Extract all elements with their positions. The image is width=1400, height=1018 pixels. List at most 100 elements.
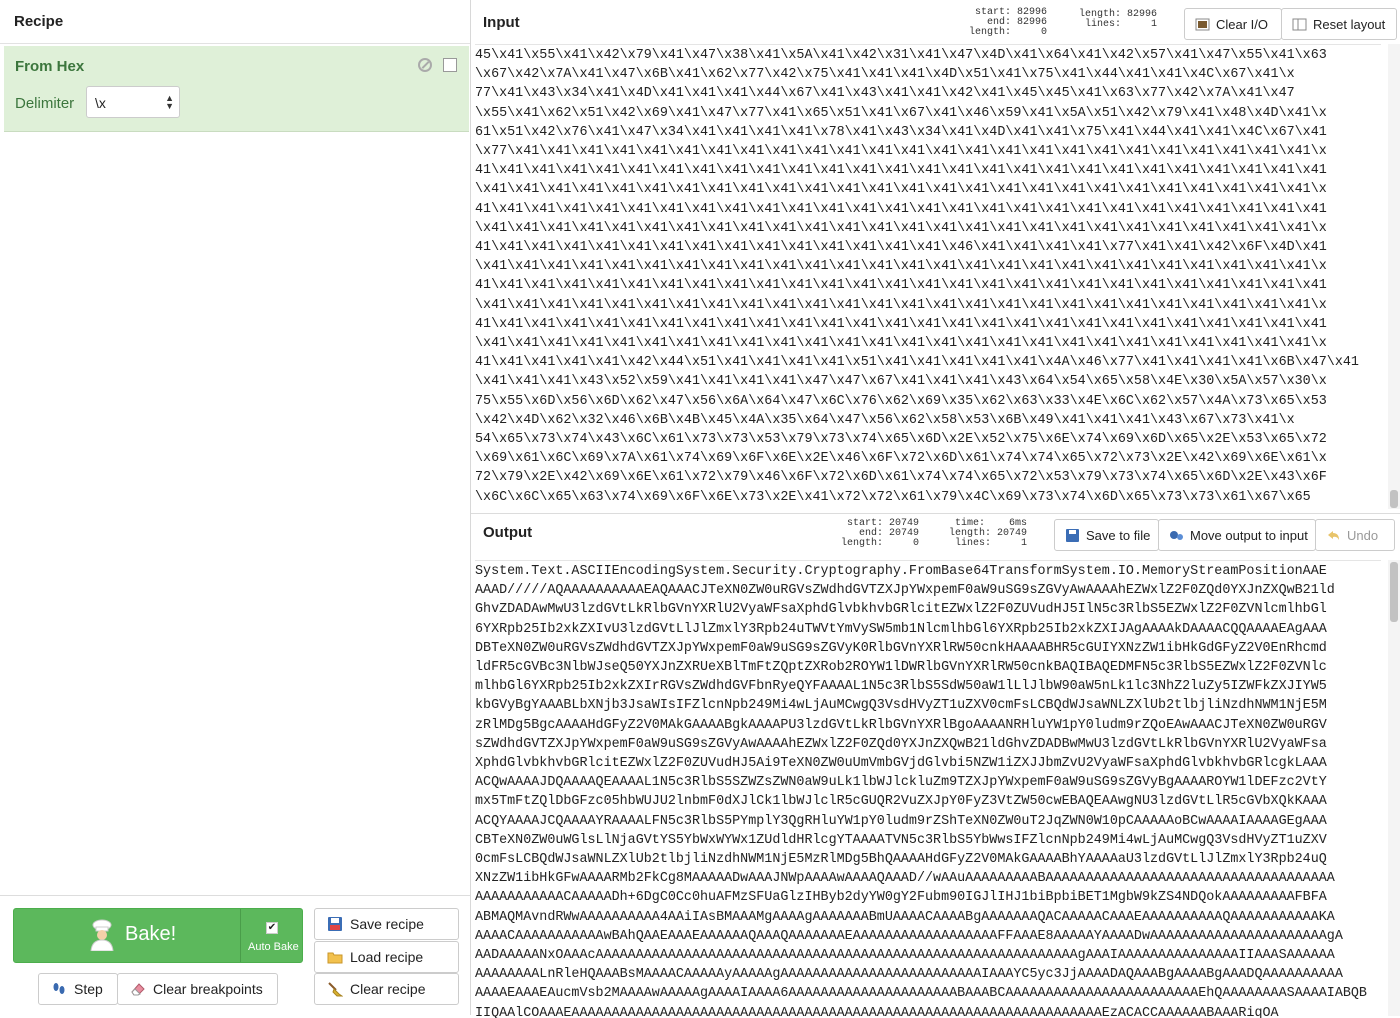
input-text-line: \x41\x41\x41\x43\x52\x59\x41\x41\x41\x41… bbox=[475, 374, 1327, 390]
input-textarea[interactable]: 45\x41\x55\x41\x42\x79\x41\x47\x38\x41\x… bbox=[475, 44, 1381, 509]
output-text-line: ACQwAAAAJDQAAAAQEAAAAL1N5c3RlbS5SZWZsZWN… bbox=[475, 775, 1327, 791]
input-length-stats: length: 82996 lines: 1 bbox=[1079, 9, 1158, 30]
clear-io-icon bbox=[1195, 18, 1210, 30]
output-text-line: 0cmFsLCBQdWJsaWNLZXlUb2tlbjliNzdhNWM1NjE… bbox=[475, 852, 1327, 868]
operation-name: From Hex bbox=[15, 58, 85, 75]
recipe-title: Recipe bbox=[14, 13, 64, 30]
output-text-line: AAAD/////AQAAAAAAAAAAEAQAAACJTeXN0ZW0uRG… bbox=[475, 583, 1335, 599]
disable-operation-icon[interactable] bbox=[418, 58, 432, 72]
input-text-line: \x41\x41\x41\x41\x41\x41\x41\x41\x41\x41… bbox=[475, 259, 1327, 275]
output-text-line: AADAAAAANxOAAAcAAAAAAAAAAAAAAAAAAAAAAAAA… bbox=[475, 948, 1335, 964]
input-text-line: \x41\x41\x41\x41\x41\x41\x41\x41\x41\x41… bbox=[475, 220, 1327, 236]
move-icon bbox=[1170, 530, 1183, 540]
delimiter-select[interactable]: \x ▲ ▼ bbox=[86, 86, 180, 118]
output-time-stats: time: 6ms length: 20749 lines: 1 bbox=[949, 518, 1028, 549]
input-text-line: 77\x41\x43\x34\x41\x4D\x41\x41\x41\x44\x… bbox=[475, 86, 1295, 102]
move-output-to-input-label: Move output to input bbox=[1190, 527, 1308, 543]
reset-layout-button[interactable]: Reset layout bbox=[1281, 8, 1397, 40]
input-text-line: \x55\x41\x62\x51\x42\x69\x41\x47\x77\x41… bbox=[475, 105, 1327, 121]
delimiter-label: Delimiter bbox=[15, 95, 75, 112]
clear-breakpoints-label: Clear breakpoints bbox=[153, 981, 263, 997]
output-text-line: mx5TmFtZQlDbGFzc05hbWUJU2lnbmF0dXJlCk1lb… bbox=[475, 794, 1327, 810]
recipe-controls: Bake! ✔ Auto Bake Step Clear breakpoints bbox=[0, 895, 470, 1016]
save-to-file-button[interactable]: Save to file bbox=[1054, 519, 1159, 551]
input-text-line: 41\x41\x41\x41\x41\x41\x41\x41\x41\x41\x… bbox=[475, 278, 1327, 294]
output-text-line: GhvZDADAwMwU3lzdGVtLkRlbGVnYXRlU2VyaWFsa… bbox=[475, 602, 1327, 618]
load-recipe-button[interactable]: Load recipe bbox=[314, 941, 459, 973]
delimiter-value: \x bbox=[95, 95, 106, 111]
save-icon bbox=[1066, 528, 1079, 542]
output-text-line: XphdGlvbkhvbGRlcitEZWxlZ2F0ZUVudHJ5Ai9Te… bbox=[475, 756, 1327, 772]
input-text-line: 41\x41\x41\x41\x41\x41\x41\x41\x41\x41\x… bbox=[475, 316, 1327, 332]
output-scroll-thumb[interactable] bbox=[1390, 562, 1398, 622]
footprints-icon bbox=[53, 983, 65, 994]
input-text-line: \x77\x41\x41\x41\x41\x41\x41\x41\x41\x41… bbox=[475, 144, 1327, 160]
save-to-file-label: Save to file bbox=[1086, 527, 1151, 543]
breakpoint-checkbox[interactable] bbox=[443, 58, 457, 72]
recipe-panel: Recipe From Hex Delimiter \x ▲ ▼ Bake! ✔ … bbox=[0, 0, 471, 1016]
eraser-icon bbox=[131, 983, 145, 996]
output-text-line: 6YXRpb25Ib2xkZXIvU3lzdGVtLlJlZmxlY3Rpb24… bbox=[475, 621, 1327, 637]
output-text-line: XNzZW1ibHkGFwAAAARMb2FkCg8MAAAAADwAAAJNW… bbox=[475, 871, 1335, 887]
input-text-line: \x69\x61\x6C\x69\x7A\x61\x74\x69\x6F\x6E… bbox=[475, 451, 1327, 467]
output-text-line: AAAACAAAAAAAAAAAwBAhQAAEAAAEAAAAAAQAAAQA… bbox=[475, 928, 1343, 944]
clear-recipe-button[interactable]: Clear recipe bbox=[314, 973, 459, 1005]
step-button[interactable]: Step bbox=[38, 973, 118, 1005]
input-text-line: 41\x41\x41\x41\x41\x41\x41\x41\x41\x41\x… bbox=[475, 201, 1327, 217]
output-text-line: mlhbGl6YXRpb25Ib2xkZXIrRGVsZWdhdGVFbnRye… bbox=[475, 679, 1327, 695]
select-arrows-icon: ▲ ▼ bbox=[165, 93, 174, 111]
output-text-line: zRlMDg5BgcAAAAHdGFyZ2V0MAkGAAAABgkAAAAPU… bbox=[475, 717, 1327, 733]
auto-bake-label: Auto Bake bbox=[248, 941, 299, 953]
layout-icon bbox=[1292, 18, 1307, 30]
move-output-to-input-button[interactable]: Move output to input bbox=[1158, 519, 1316, 551]
input-selection-stats: start: 82996 end: 82996 length: 0 bbox=[969, 7, 1048, 38]
reset-layout-label: Reset layout bbox=[1313, 16, 1386, 32]
input-text-line: \x41\x41\x41\x41\x41\x41\x41\x41\x41\x41… bbox=[475, 182, 1327, 198]
output-text-line: ABMAQMAvndRWwAAAAAAAAAA4AAiIAsBMAAAMgAAA… bbox=[475, 909, 1335, 925]
output-text-line: DBTeXN0ZW0uRGVsZWdhdGVTZXJpYWxpemF0aW9uS… bbox=[475, 640, 1327, 656]
clear-io-label: Clear I/O bbox=[1216, 16, 1269, 32]
save-recipe-button[interactable]: Save recipe bbox=[314, 908, 459, 940]
output-scrollbar[interactable] bbox=[1388, 560, 1400, 1016]
input-text-line: 41\x41\x41\x41\x41\x42\x44\x51\x41\x41\x… bbox=[475, 355, 1359, 371]
chef-icon bbox=[90, 919, 114, 951]
folder-icon bbox=[327, 952, 343, 964]
undo-button[interactable]: Undo bbox=[1315, 519, 1395, 551]
output-text-line: IIQAAlCOAAAEAAAAAAAAAAAAAAAAAAAAAAAAAAAA… bbox=[475, 1005, 1279, 1018]
undo-label: Undo bbox=[1347, 527, 1379, 543]
auto-bake-checkbox[interactable]: ✔ bbox=[266, 922, 278, 934]
input-text-line: 75\x55\x6D\x56\x6D\x62\x47\x56\x6A\x64\x… bbox=[475, 393, 1327, 409]
input-scroll-thumb[interactable] bbox=[1390, 490, 1398, 508]
clear-io-button[interactable]: Clear I/O bbox=[1184, 8, 1282, 40]
floppy-disk-icon bbox=[328, 917, 342, 931]
output-text-line: AAAAEAAAEAucmVsb2MAAAAwAAAAAgAAAAIAAAA6A… bbox=[475, 986, 1367, 1002]
output-text-line: kbGVyBgYAAABLbXNjb3JsaWIsIFZlcnNpb249Mi4… bbox=[475, 698, 1327, 714]
input-text-line: 61\x51\x42\x76\x41\x47\x34\x41\x41\x41\x… bbox=[475, 124, 1327, 140]
clear-breakpoints-button[interactable]: Clear breakpoints bbox=[117, 973, 278, 1005]
output-text-line: System.Text.ASCIIEncodingSystem.Security… bbox=[475, 564, 1327, 579]
output-textarea[interactable]: System.Text.ASCIIEncodingSystem.Security… bbox=[475, 560, 1381, 1018]
input-text-line: \x6C\x6C\x65\x63\x74\x69\x6F\x6E\x73\x2E… bbox=[475, 489, 1311, 505]
input-text-line: \x41\x41\x41\x41\x41\x41\x41\x41\x41\x41… bbox=[475, 297, 1327, 313]
operation-from-hex[interactable]: From Hex Delimiter \x ▲ ▼ bbox=[4, 46, 469, 132]
output-text-line: AAAAAAAAAAACAAAAADh+6DgC0Cc0huAFMzSFUaGl… bbox=[475, 890, 1327, 906]
input-text-line: \x42\x4D\x62\x32\x46\x6B\x4B\x45\x4A\x35… bbox=[475, 412, 1295, 428]
input-panel: Input start: 82996 end: 82996 length: 0 … bbox=[471, 0, 1400, 510]
clear-recipe-label: Clear recipe bbox=[350, 981, 426, 997]
bake-divider bbox=[240, 909, 241, 962]
input-scrollbar[interactable] bbox=[1388, 44, 1400, 509]
output-title: Output bbox=[483, 524, 533, 541]
output-selection-stats: start: 20749 end: 20749 length: 0 bbox=[841, 518, 920, 549]
input-text-line: \x41\x41\x41\x41\x41\x41\x41\x41\x41\x41… bbox=[475, 336, 1327, 352]
bake-button[interactable]: Bake! ✔ Auto Bake bbox=[13, 908, 303, 963]
recipe-header: Recipe bbox=[0, 0, 470, 44]
broom-icon bbox=[328, 982, 343, 997]
step-label: Step bbox=[74, 981, 103, 997]
bake-label: Bake! bbox=[125, 923, 177, 945]
output-text-line: AAAAAAAALnRleHQAAABsMAAAACAAAAAyAAAAAgAA… bbox=[475, 967, 1343, 983]
input-text-line: 72\x79\x2E\x42\x69\x6E\x61\x72\x79\x46\x… bbox=[475, 470, 1327, 486]
input-title: Input bbox=[483, 14, 520, 31]
output-text-line: sZWdhdGVTZXJpYWxpemF0aW9uSG9sZGVyAwAAAAh… bbox=[475, 736, 1327, 752]
output-panel: Output start: 20749 end: 20749 length: 0… bbox=[471, 513, 1400, 1018]
output-text-line: ACQYAAAAJCQAAAAYRAAAALFN5c3RlbS5PYmplY3Q… bbox=[475, 813, 1327, 829]
